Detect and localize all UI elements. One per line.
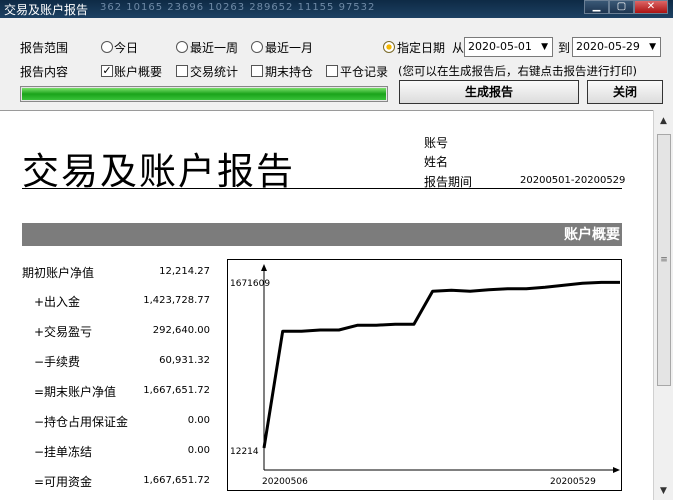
progress-fill xyxy=(22,88,386,100)
radio-last-week-label[interactable]: 最近一周 xyxy=(190,39,238,56)
checkbox-trade-stats-label[interactable]: 交易统计 xyxy=(190,63,238,80)
minimize-icon: ▁ xyxy=(592,1,601,12)
summary-row-label: −手续费 xyxy=(34,355,81,369)
date-from-value: 2020-05-01 xyxy=(468,40,532,53)
to-label: 到 xyxy=(558,41,571,55)
summary-row-value: 292,640.00 xyxy=(152,325,210,336)
title-underline xyxy=(22,188,622,189)
summary-row-label: −挂单冻结 xyxy=(34,445,93,459)
date-from-select[interactable]: 2020-05-01 ▼ xyxy=(464,37,553,57)
x-start-label: 20200506 xyxy=(262,477,308,487)
equity-chart-svg: 1671609 12214 20200506 20200529 xyxy=(230,264,620,487)
scroll-up-arrow[interactable]: ▲ xyxy=(654,112,673,130)
radio-last-month-label[interactable]: 最近一月 xyxy=(265,39,313,56)
section-title: 账户概要 xyxy=(564,227,620,243)
period-value: 20200501-20200529 xyxy=(520,175,626,186)
y-min-label: 12214 xyxy=(230,447,259,457)
radio-last-week[interactable] xyxy=(176,41,188,53)
summary-row-value: 0.00 xyxy=(187,445,210,456)
checkbox-closed-trades[interactable] xyxy=(326,65,338,77)
generate-report-button[interactable]: 生成报告 xyxy=(399,80,579,104)
y-axis-arrow-icon xyxy=(261,264,267,271)
grip-icon: ≡ xyxy=(660,255,668,265)
chevron-down-icon: ▼ xyxy=(649,42,656,52)
chevron-up-icon: ▲ xyxy=(660,116,667,126)
x-axis-arrow-icon xyxy=(613,467,620,473)
maximize-button[interactable]: ▢ xyxy=(609,0,634,14)
x-end-label: 20200529 xyxy=(550,477,596,487)
summary-row-label: =可用资金 xyxy=(34,475,93,489)
print-hint: (您可以在生成报告后，右键点击报告进行打印) xyxy=(398,64,637,78)
window-title: 交易及账户报告 xyxy=(4,3,89,17)
content-label: 报告内容 xyxy=(20,65,69,79)
equity-chart: 1671609 12214 20200506 20200529 xyxy=(227,259,622,491)
summary-row-label: 期初账户净值 xyxy=(22,266,95,280)
checkbox-ending-positions[interactable] xyxy=(251,65,263,77)
checkbox-trade-stats[interactable] xyxy=(176,65,188,77)
progress-bar xyxy=(20,86,388,102)
checkbox-account-summary[interactable]: ✓ xyxy=(101,65,113,77)
background-ticker-text: 362 10165 23696 10263 289652 11155 97532 xyxy=(100,2,376,13)
summary-row-value: 1,423,728.77 xyxy=(143,295,210,306)
checkbox-account-summary-label[interactable]: 账户概要 xyxy=(114,63,162,80)
y-max-label: 1671609 xyxy=(230,279,270,289)
radio-custom-date[interactable] xyxy=(383,41,395,53)
minimize-button[interactable]: ▁ xyxy=(584,0,609,14)
range-label: 报告范围 xyxy=(20,41,69,55)
section-header: 账户概要 xyxy=(22,223,622,246)
checkbox-closed-trades-label[interactable]: 平仓记录 xyxy=(340,63,388,80)
summary-row-value: 1,667,651.72 xyxy=(143,475,210,486)
equity-line xyxy=(262,280,620,449)
checkbox-ending-positions-label[interactable]: 期末持仓 xyxy=(265,63,313,80)
radio-custom-date-label[interactable]: 指定日期 xyxy=(397,39,445,56)
radio-today[interactable] xyxy=(101,41,113,53)
summary-row-value: 12,214.27 xyxy=(159,266,210,277)
chevron-down-icon: ▼ xyxy=(660,486,667,496)
close-icon: ✕ xyxy=(646,1,656,12)
summary-row-value: 0.00 xyxy=(187,415,210,426)
chevron-down-icon: ▼ xyxy=(541,42,548,52)
summary-row-label: +出入金 xyxy=(34,295,81,309)
close-window-button[interactable]: ✕ xyxy=(634,0,668,14)
period-label: 报告期间 xyxy=(424,175,473,189)
summary-row-value: 60,931.32 xyxy=(159,355,210,366)
maximize-icon: ▢ xyxy=(616,1,627,12)
summary-row-value: 1,667,651.72 xyxy=(143,385,210,396)
radio-last-month[interactable] xyxy=(251,41,263,53)
account-label: 账号 xyxy=(424,136,449,150)
close-button[interactable]: 关闭 xyxy=(587,80,663,104)
date-to-value: 2020-05-29 xyxy=(576,40,640,53)
title-bar: 交易及账户报告 362 10165 23696 10263 289652 111… xyxy=(0,0,673,18)
from-label: 从 xyxy=(452,41,465,55)
control-panel: 报告范围 今日 最近一周 最近一月 指定日期 从 2020-05-01 ▼ 到 … xyxy=(0,18,673,110)
report-view[interactable]: 交易及账户报告 账号 姓名 报告期间 20200501-20200529 账户概… xyxy=(0,110,653,500)
date-to-select[interactable]: 2020-05-29 ▼ xyxy=(572,37,661,57)
name-label: 姓名 xyxy=(424,155,449,169)
vertical-scrollbar[interactable]: ▲ ≡ ▼ xyxy=(653,110,673,500)
scroll-thumb[interactable]: ≡ xyxy=(657,134,671,386)
radio-today-label[interactable]: 今日 xyxy=(114,39,138,56)
summary-row-label: +交易盈亏 xyxy=(34,325,93,339)
report-title: 交易及账户报告 xyxy=(22,150,295,193)
scroll-down-arrow[interactable]: ▼ xyxy=(654,482,673,500)
